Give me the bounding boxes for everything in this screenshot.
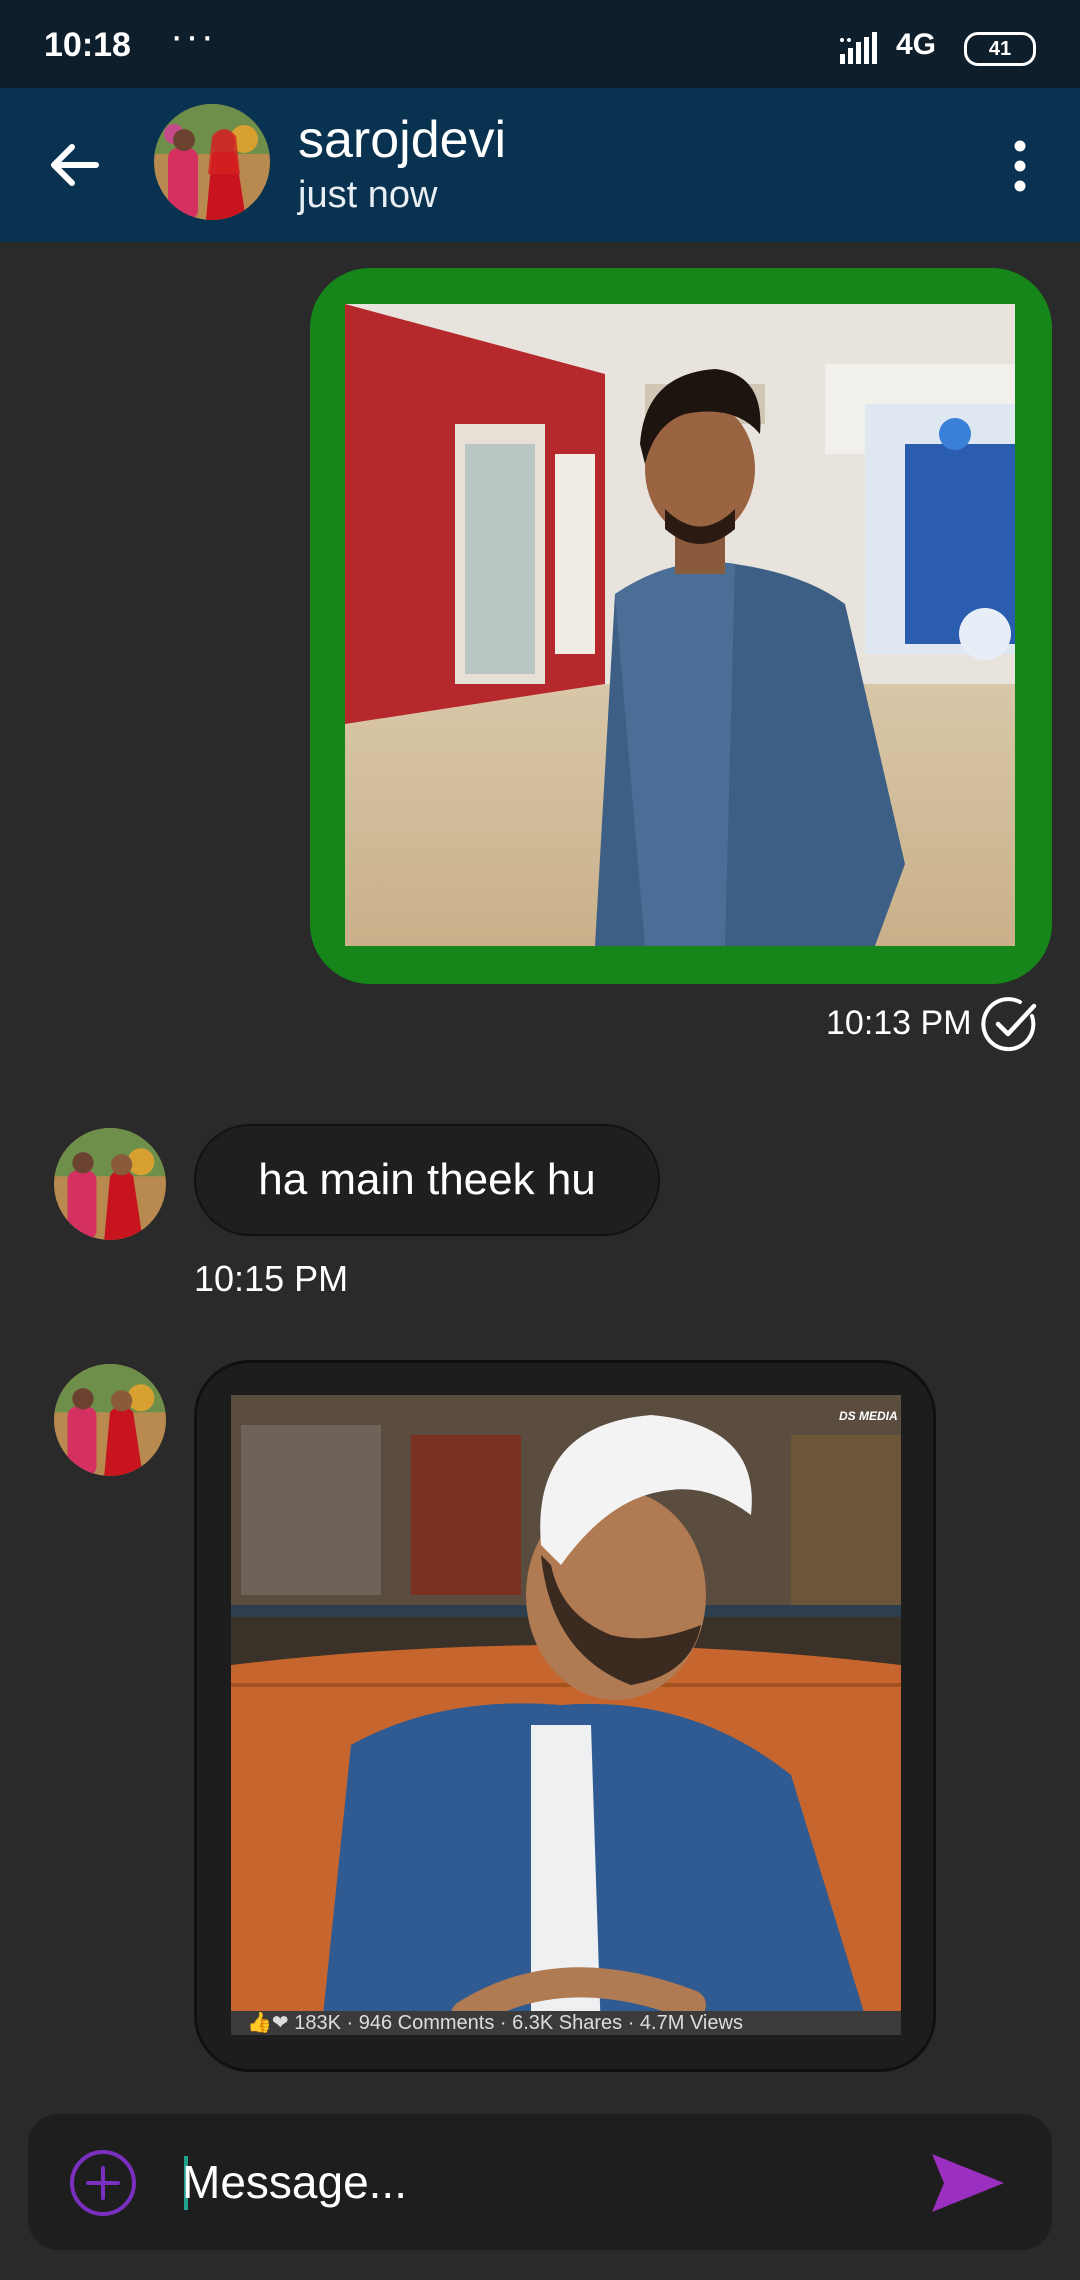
more-notifications-icon: ··· <box>170 14 216 58</box>
message-composer <box>28 2114 1052 2250</box>
status-time: 10:18 <box>44 26 131 64</box>
sent-photo[interactable] <box>345 304 1015 946</box>
message-time: 10:13 PM <box>826 1004 972 1042</box>
chat-header: sarojdevi just now <box>0 88 1080 242</box>
sender-avatar[interactable] <box>54 1128 166 1240</box>
contact-avatar[interactable] <box>154 104 270 220</box>
message-time: 10:15 PM <box>194 1258 349 1299</box>
network-type: 4G <box>896 28 937 61</box>
battery-level: 41 <box>988 38 1012 60</box>
contact-name[interactable]: sarojdevi <box>298 110 506 170</box>
received-image-message[interactable]: DS MEDIA 👍❤ 183K · 946 Comments · 6.3K S… <box>194 1360 936 2072</box>
sent-image-message[interactable] <box>310 268 1052 984</box>
post-stats: 👍❤ 183K · 946 Comments · 6.3K Shares · 4… <box>231 2011 901 2035</box>
sender-avatar[interactable] <box>54 1364 166 1476</box>
last-seen-status: just now <box>298 174 438 216</box>
message-input[interactable] <box>182 2144 922 2220</box>
watermark: DS MEDIA <box>839 1409 898 1423</box>
signal-icon <box>840 32 877 64</box>
status-bar: 10:18 ··· 4G 41 <box>0 0 1080 88</box>
back-arrow-icon[interactable] <box>40 130 110 200</box>
read-check-icon <box>981 997 1037 1052</box>
add-attachment-icon[interactable] <box>68 2148 138 2218</box>
battery-icon: 41 <box>964 32 1036 66</box>
overflow-menu-icon[interactable] <box>1000 136 1040 196</box>
send-icon[interactable] <box>928 2150 1008 2216</box>
received-photo[interactable]: DS MEDIA 👍❤ 183K · 946 Comments · 6.3K S… <box>231 1395 901 2035</box>
received-text-message[interactable]: ha main theek hu <box>194 1124 660 1236</box>
